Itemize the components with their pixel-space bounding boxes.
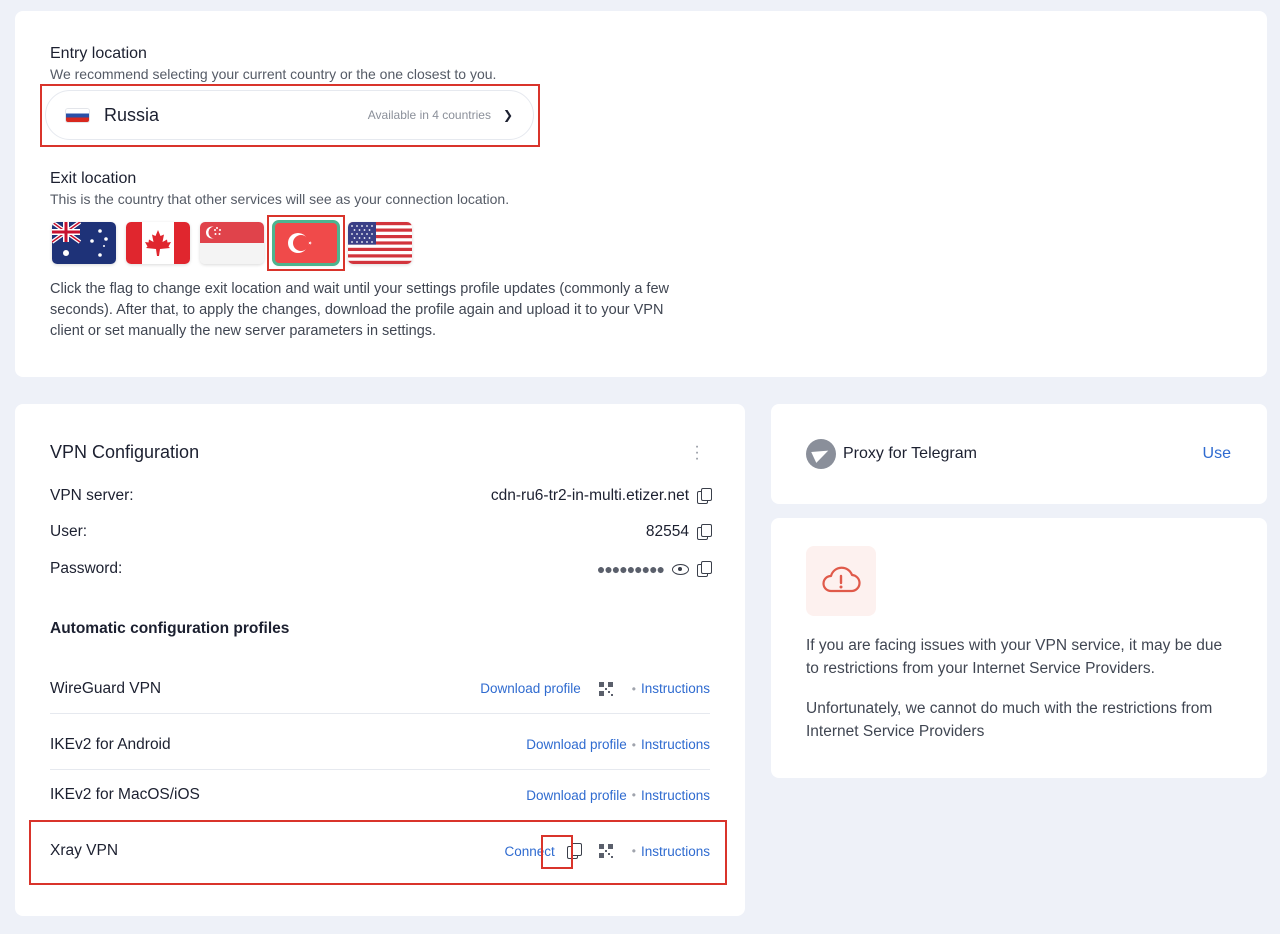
more-options-icon[interactable]: · · · (691, 439, 703, 467)
telegram-proxy-card: Proxy for Telegram Use (771, 404, 1267, 504)
eye-icon[interactable] (672, 563, 689, 575)
exit-location-subtitle: This is the country that other services … (50, 191, 510, 207)
separator-dot: • (631, 788, 636, 802)
profile-name: WireGuard VPN (50, 679, 162, 697)
copy-server-icon[interactable] (697, 488, 712, 504)
vpn-server-value: cdn-ru6-tr2-in-multi.etizer.net (490, 487, 689, 504)
exit-location-note: Click the flag to change exit location a… (50, 281, 669, 339)
vpn-password-value: ●●●●●●●●● (596, 561, 665, 577)
entry-location-title: Entry location (50, 45, 147, 62)
vpn-user-value: 82554 (645, 523, 689, 540)
profile-row-ikev2-macos: IKEv2 for MacOS/iOS Download profile • I… (50, 770, 710, 820)
profile-row-wireguard: WireGuard VPN Download profile • Instruc… (50, 664, 710, 714)
vpn-password-row: Password: ●●●●●●●●● (50, 560, 712, 578)
profile-name: Xray VPN (50, 842, 119, 859)
canada-flag-icon[interactable] (126, 222, 190, 264)
download-profile-link[interactable]: Download profile (480, 681, 581, 696)
exit-flag-list (52, 220, 422, 270)
entry-location-value: Russia (104, 104, 160, 125)
singapore-flag-icon[interactable] (200, 222, 264, 264)
location-card: Entry location We recommend selecting yo… (15, 11, 1267, 377)
vpn-configuration-title: VPN Configuration (50, 442, 200, 462)
separator-dot: • (631, 844, 636, 858)
profile-name: IKEv2 for Android (50, 735, 171, 753)
copy-user-icon[interactable] (697, 524, 712, 540)
entry-location-subtitle: We recommend selecting your current coun… (50, 66, 497, 82)
download-profile-link[interactable]: Download profile (526, 788, 627, 803)
instructions-link[interactable]: Instructions (641, 681, 710, 696)
vpn-configuration-card: VPN Configuration · · · VPN server: cdn-ru… (15, 404, 745, 916)
use-telegram-proxy-link[interactable]: Use (1203, 445, 1231, 463)
exit-location-title: Exit location (50, 170, 137, 187)
profile-row-xray: Xray VPN Connect • Instructions (50, 826, 710, 876)
qr-code-icon[interactable] (598, 681, 613, 696)
telegram-proxy-label: Proxy for Telegram (843, 445, 977, 462)
vpn-server-row: VPN server: cdn-ru6-tr2-in-multi.etizer.… (50, 487, 712, 505)
copy-connect-icon[interactable] (566, 843, 582, 859)
entry-availability: Available in 4 countries (367, 108, 491, 122)
chevron-down-icon: ❯ (502, 108, 513, 122)
vpn-user-label: User: (50, 523, 88, 540)
australia-flag-icon[interactable] (52, 222, 116, 264)
instructions-link[interactable]: Instructions (641, 788, 710, 803)
separator-dot: • (631, 737, 636, 752)
russia-flag-icon (66, 108, 89, 122)
entry-location-select[interactable]: Russia Available in 4 countries ❯ (45, 90, 534, 140)
isp-info-paragraph-1: If you are facing issues with your VPN s… (806, 637, 1223, 677)
connect-link[interactable]: Connect (504, 844, 554, 859)
download-profile-link[interactable]: Download profile (526, 737, 627, 752)
united-states-flag-icon[interactable] (348, 222, 412, 264)
isp-info-card: If you are facing issues with your VPN s… (771, 518, 1267, 778)
qr-code-icon[interactable] (598, 844, 613, 858)
vpn-password-label: Password: (50, 560, 123, 577)
auto-profiles-title: Automatic configuration profiles (50, 620, 290, 637)
instructions-link[interactable]: Instructions (641, 737, 710, 752)
vpn-server-label: VPN server: (50, 487, 134, 504)
instructions-link[interactable]: Instructions (641, 844, 710, 859)
turkey-flag-icon[interactable] (272, 220, 340, 266)
isp-info-paragraph-2: Unfortunately, we cannot do much with th… (806, 700, 1213, 740)
telegram-icon (806, 439, 836, 469)
copy-password-icon[interactable] (697, 561, 712, 577)
profile-name: IKEv2 for MacOS/iOS (50, 786, 200, 803)
profile-row-ikev2-android: IKEv2 for Android Download profile • Ins… (50, 720, 710, 770)
cloud-warning-icon (806, 546, 876, 616)
separator-dot: • (631, 681, 636, 696)
vpn-user-row: User: 82554 (50, 523, 712, 541)
